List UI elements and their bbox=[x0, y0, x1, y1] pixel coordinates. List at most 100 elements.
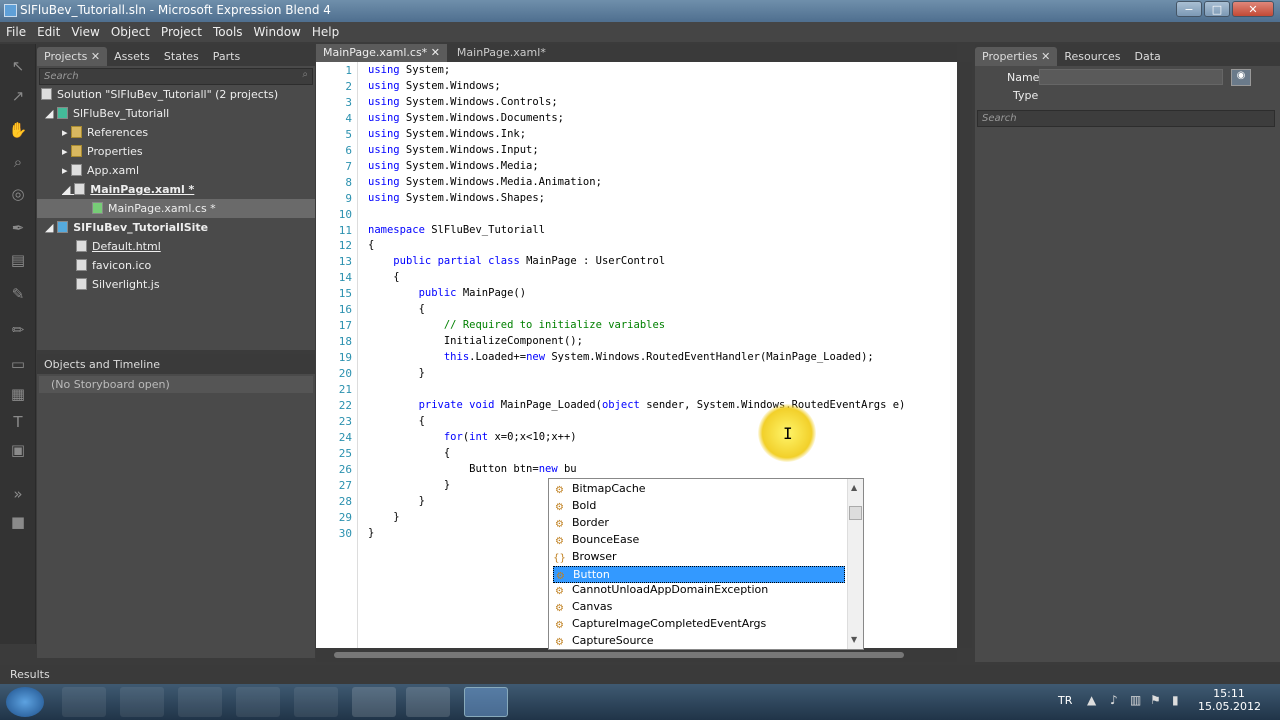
tree-solution[interactable]: Solution "SlFluBev_Tutoriall" (2 project… bbox=[41, 88, 278, 101]
menu-help[interactable]: Help bbox=[312, 25, 339, 39]
maximize-button[interactable]: □ bbox=[1204, 1, 1230, 17]
tab-mainpage-cs[interactable]: MainPage.xaml.cs* ✕ bbox=[316, 44, 447, 62]
code-line[interactable]: } bbox=[368, 511, 399, 523]
code-line[interactable]: { bbox=[368, 303, 425, 315]
code-line[interactable]: using System.Windows.Shapes; bbox=[368, 192, 545, 204]
assets-expand-icon[interactable]: » bbox=[8, 484, 28, 504]
intellisense-scrollbar[interactable]: ▲ ▼ bbox=[847, 479, 863, 649]
menu-object[interactable]: Object bbox=[111, 25, 150, 39]
code-line[interactable]: private void MainPage_Loaded(object send… bbox=[368, 399, 906, 411]
tree-references[interactable]: ▸ References bbox=[62, 126, 148, 139]
minimize-button[interactable]: − bbox=[1176, 1, 1202, 17]
code-line[interactable]: using System.Windows.Media; bbox=[368, 160, 539, 172]
code-line[interactable]: { bbox=[368, 447, 450, 459]
properties-search-input[interactable]: Search bbox=[977, 110, 1275, 127]
close-tab-icon[interactable]: ✕ bbox=[431, 46, 440, 59]
mail-icon[interactable] bbox=[178, 687, 222, 717]
close-button[interactable]: ✕ bbox=[1232, 1, 1274, 17]
code-line[interactable]: using System.Windows.Ink; bbox=[368, 128, 526, 140]
capture-tool-icon[interactable] bbox=[406, 687, 450, 717]
tree-project-main[interactable]: ◢ SlFluBev_Tutoriall bbox=[45, 107, 169, 120]
camera-orbit-icon[interactable]: ◎ bbox=[8, 184, 28, 204]
media-icon[interactable] bbox=[236, 687, 280, 717]
firefox-icon[interactable] bbox=[352, 687, 396, 717]
code-line[interactable]: { bbox=[368, 239, 374, 251]
event-toggle-icon[interactable]: ◉ bbox=[1231, 69, 1251, 86]
expression-icon[interactable] bbox=[120, 687, 164, 717]
tree-project-site[interactable]: ◢ SlFluBev_TutoriallSite bbox=[45, 221, 208, 234]
explorer-icon[interactable] bbox=[62, 687, 106, 717]
scroll-thumb[interactable] bbox=[849, 506, 862, 520]
menu-edit[interactable]: Edit bbox=[37, 25, 60, 39]
text-icon[interactable]: T bbox=[8, 412, 28, 432]
language-indicator[interactable]: TR bbox=[1058, 694, 1072, 707]
code-line[interactable]: { bbox=[368, 415, 425, 427]
name-field[interactable] bbox=[1039, 69, 1223, 85]
action-center-icon[interactable]: ⚑ bbox=[1150, 693, 1161, 707]
intellisense-item[interactable]: ⚙ BounceEase bbox=[553, 532, 845, 549]
tab-resources[interactable]: Resources bbox=[1057, 47, 1127, 66]
intellisense-item[interactable]: ⚙ BitmapCache bbox=[553, 481, 845, 498]
code-line[interactable]: using System.Windows; bbox=[368, 80, 501, 92]
code-line[interactable]: { bbox=[368, 271, 399, 283]
clock[interactable]: 15:11 15.05.2012 bbox=[1198, 687, 1261, 713]
intellisense-item[interactable]: {} Browser bbox=[553, 549, 845, 566]
tab-assets[interactable]: Assets bbox=[107, 47, 157, 66]
code-line[interactable]: using System.Windows.Input; bbox=[368, 144, 539, 156]
code-line[interactable]: using System; bbox=[368, 64, 450, 76]
intellisense-item[interactable]: ⚙ Canvas bbox=[553, 599, 845, 616]
intellisense-item[interactable]: ⚙ CaptureSource bbox=[553, 633, 845, 650]
close-tab-icon[interactable]: ✕ bbox=[91, 50, 100, 63]
layout-grid-icon[interactable]: ▦ bbox=[8, 384, 28, 404]
code-line[interactable]: } bbox=[368, 479, 450, 491]
menu-project[interactable]: Project bbox=[161, 25, 202, 39]
code-line[interactable]: using System.Windows.Documents; bbox=[368, 112, 564, 124]
tree-silverlight-js[interactable]: Silverlight.js bbox=[76, 278, 160, 291]
code-line[interactable]: public MainPage() bbox=[368, 287, 526, 299]
code-line[interactable]: Button btn=new bu bbox=[368, 463, 576, 475]
internet-explorer-icon[interactable] bbox=[294, 687, 338, 717]
tab-states[interactable]: States bbox=[157, 47, 206, 66]
close-tab-icon[interactable]: ✕ bbox=[1041, 50, 1050, 63]
pan-hand-icon[interactable]: ✋ bbox=[8, 120, 28, 140]
show-hidden-icon[interactable]: ▲ bbox=[1087, 693, 1096, 707]
code-line[interactable]: } bbox=[368, 367, 425, 379]
tab-parts[interactable]: Parts bbox=[206, 47, 247, 66]
code-line[interactable]: namespace SlFluBev_Tutoriall bbox=[368, 224, 545, 236]
scroll-down-icon[interactable]: ▼ bbox=[851, 635, 857, 644]
pencil-icon[interactable]: ✏ bbox=[8, 320, 28, 340]
tab-mainpage-xaml[interactable]: MainPage.xaml* bbox=[447, 44, 556, 62]
tab-projects[interactable]: Projects ✕ bbox=[37, 47, 108, 66]
menu-tools[interactable]: Tools bbox=[213, 25, 243, 39]
scroll-up-icon[interactable]: ▲ bbox=[851, 483, 857, 492]
control-icon[interactable]: ▣ bbox=[8, 440, 28, 460]
tab-properties[interactable]: Properties ✕ bbox=[975, 47, 1058, 66]
tree-mainpage-xaml[interactable]: ◢ MainPage.xaml * bbox=[62, 183, 194, 196]
menu-file[interactable]: File bbox=[6, 25, 26, 39]
code-line[interactable]: InitializeComponent(); bbox=[368, 335, 583, 347]
zoom-icon[interactable]: ⌕ bbox=[8, 152, 28, 172]
horizontal-scroll-thumb[interactable] bbox=[334, 652, 904, 658]
tree-properties[interactable]: ▸ Properties bbox=[62, 145, 143, 158]
start-button-icon[interactable] bbox=[6, 687, 44, 717]
editor-horizontal-scrollbar[interactable] bbox=[316, 648, 957, 662]
intellisense-item[interactable]: ⚙ Border bbox=[553, 515, 845, 532]
blend-taskbar-icon[interactable] bbox=[464, 687, 508, 717]
code-line[interactable]: using System.Windows.Controls; bbox=[368, 96, 558, 108]
pen-icon[interactable]: ✎ bbox=[8, 284, 28, 304]
gradient-icon[interactable]: ▤ bbox=[8, 250, 28, 270]
projects-search-input[interactable]: Search ⌕ bbox=[39, 68, 313, 85]
rectangle-icon[interactable]: ▭ bbox=[8, 354, 28, 374]
code-line[interactable]: } bbox=[368, 495, 425, 507]
tree-app-xaml[interactable]: ▸ App.xaml bbox=[62, 164, 139, 177]
power-icon[interactable]: ▮ bbox=[1172, 693, 1179, 707]
eyedropper-icon[interactable]: ✒ bbox=[8, 218, 28, 238]
editor-vertical-scrollbar[interactable] bbox=[957, 62, 972, 648]
intellisense-item[interactable]: ⚙ CannotUnloadAppDomainException bbox=[553, 582, 845, 599]
code-line[interactable]: // Required to initialize variables bbox=[368, 319, 665, 331]
tree-default-html[interactable]: Default.html bbox=[76, 240, 161, 253]
tree-favicon[interactable]: favicon.ico bbox=[76, 259, 151, 272]
intellisense-item[interactable]: ⚙ Bold bbox=[553, 498, 845, 515]
tab-data[interactable]: Data bbox=[1128, 47, 1168, 66]
menu-view[interactable]: View bbox=[71, 25, 99, 39]
